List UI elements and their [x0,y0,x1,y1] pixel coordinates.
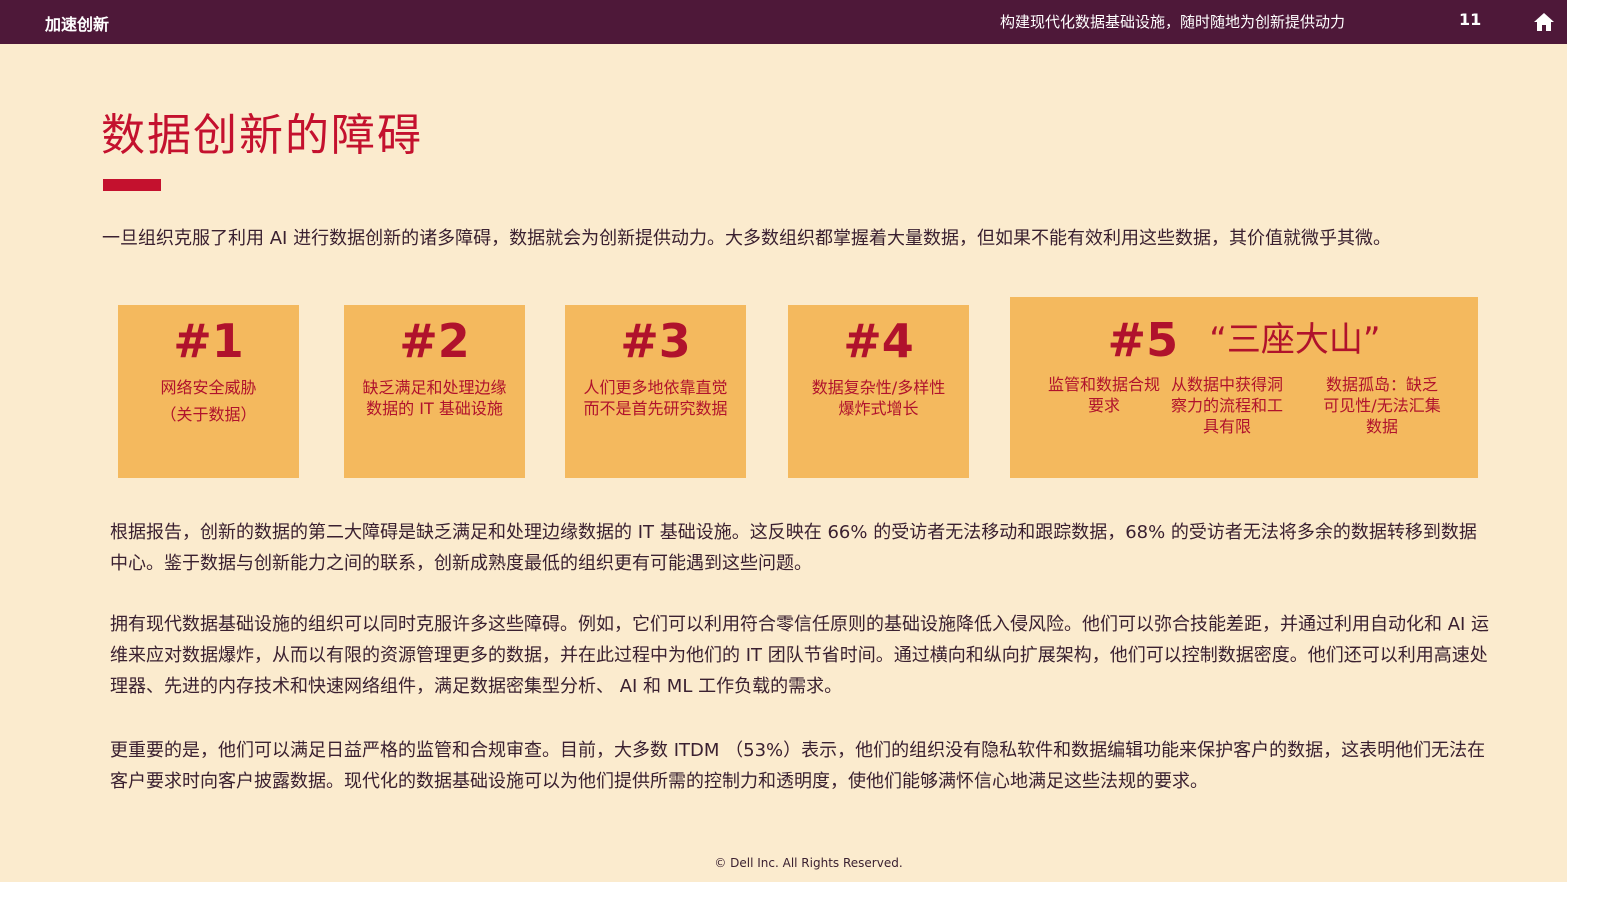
barrier-description: 数据复杂性/多样性爆炸式增长 [811,378,946,418]
barrier-description-note: （关于数据） [160,405,257,424]
barrier-sub-item: 从数据中获得洞察力的流程和工具有限 [1170,374,1283,436]
body-paragraph: 拥有现代数据基础设施的组织可以同时克服许多这些障碍。例如，它们可以利用符合零信任… [110,614,1490,697]
top-bar: 加速创新 构建现代化数据基础设施，随时随地为创新提供动力 11 [0,0,1567,44]
barrier-subtitle: “三座大山” [1209,319,1381,360]
barrier-card-3: #3 人们更多地依靠直觉而不是首先研究数据 [565,305,746,478]
barrier-sub-item: 数据孤岛：缺乏可见性/无法汇集数据 [1323,374,1441,436]
page-number: 11 [1459,10,1482,29]
barrier-sub-item: 监管和数据合规要求 [1047,374,1160,415]
header-tagline: 构建现代化数据基础设施，随时随地为创新提供动力 [1000,13,1346,31]
barrier-description: 网络安全威胁 （关于数据） [136,377,281,425]
barrier-card-2: #2 缺乏满足和处理边缘数据的 IT 基础设施 [344,305,525,478]
barrier-card-5: #5 “三座大山” 监管和数据合规要求 从数据中获得洞察力的流程和工具有限 数据… [1010,297,1478,478]
title-underline [103,179,161,191]
copyright-footer: © Dell Inc. All Rights Reserved. [714,856,903,870]
barrier-card-5-header: #5 “三座大山” [1010,311,1478,368]
barrier-number: #1 [173,314,244,368]
barrier-sub-items: 监管和数据合规要求 从数据中获得洞察力的流程和工具有限 数据孤岛：缺乏可见性/无… [1010,368,1478,448]
page-title: 数据创新的障碍 [101,110,423,161]
barrier-description: 人们更多地依靠直觉而不是首先研究数据 [583,378,728,418]
barrier-card-4: #4 数据复杂性/多样性爆炸式增长 [788,305,969,478]
bottom-margin [0,882,1600,899]
right-margin [1567,0,1600,899]
barrier-description: 缺乏满足和处理边缘数据的 IT 基础设施 [362,378,507,418]
barrier-number: #5 [1107,312,1179,367]
barrier-number: #4 [843,314,914,368]
barrier-description-line: 网络安全威胁 [160,378,257,397]
barrier-card-1: #1 网络安全威胁 （关于数据） [118,305,299,478]
brand-label: 加速创新 [45,15,110,34]
barrier-number: #2 [399,314,470,368]
body-paragraph: 根据报告，创新的数据的第二大障碍是缺乏满足和处理边缘数据的 IT 基础设施。这反… [110,522,1477,574]
home-icon[interactable] [1532,10,1556,34]
barrier-number: #3 [620,314,691,368]
intro-paragraph: 一旦组织克服了利用 AI 进行数据创新的诸多障碍，数据就会为创新提供动力。大多数… [102,228,1392,249]
body-paragraph: 更重要的是，他们可以满足日益严格的监管和合规审查。目前，大多数 ITDM （53… [110,740,1486,792]
